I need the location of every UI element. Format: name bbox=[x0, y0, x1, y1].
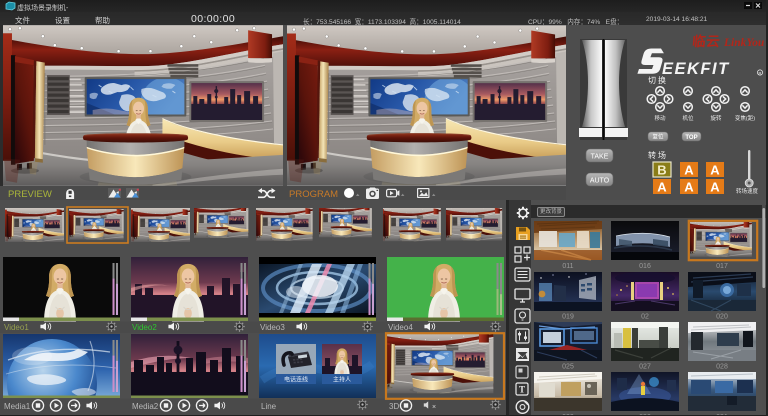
svg-text:EEKFIT: EEKFIT bbox=[662, 60, 730, 78]
svg-text:A: A bbox=[684, 163, 694, 178]
svg-text:019: 019 bbox=[562, 314, 574, 321]
svg-text:T: T bbox=[519, 385, 525, 395]
svg-text:移动: 移动 bbox=[654, 114, 666, 122]
svg-text:电话连线: 电话连线 bbox=[284, 376, 308, 384]
svg-text:016: 016 bbox=[639, 263, 651, 270]
svg-text:B: B bbox=[657, 163, 666, 178]
svg-text:转场: 转场 bbox=[648, 150, 668, 160]
svg-text:Line: Line bbox=[261, 402, 277, 411]
svg-text:017: 017 bbox=[716, 263, 728, 270]
svg-text:Video4: Video4 bbox=[388, 323, 413, 332]
svg-text:机位: 机位 bbox=[682, 114, 694, 122]
svg-text:Media2: Media2 bbox=[132, 402, 159, 411]
svg-text:028: 028 bbox=[716, 364, 728, 371]
svg-text:R: R bbox=[759, 70, 762, 75]
svg-text:3D: 3D bbox=[389, 402, 399, 411]
svg-text:TAKE: TAKE bbox=[591, 154, 609, 161]
svg-text:×: × bbox=[432, 404, 436, 411]
svg-text:临云: 临云 bbox=[691, 33, 721, 49]
svg-text:025: 025 bbox=[562, 364, 574, 371]
svg-text:02: 02 bbox=[641, 314, 649, 321]
svg-text:变焦(距): 变焦(距) bbox=[735, 114, 755, 122]
svg-text:A: A bbox=[710, 180, 720, 195]
svg-text:A: A bbox=[710, 163, 720, 178]
svg-text:LinkYou: LinkYou bbox=[723, 37, 765, 49]
svg-text:AUTO: AUTO bbox=[590, 178, 610, 185]
svg-text:转场速度: 转场速度 bbox=[736, 187, 759, 195]
svg-text:TOP: TOP bbox=[685, 135, 697, 141]
svg-text:A: A bbox=[684, 180, 694, 195]
svg-text:切换: 切换 bbox=[648, 75, 668, 85]
svg-text:Video2: Video2 bbox=[132, 323, 157, 332]
svg-text:011: 011 bbox=[562, 263, 573, 270]
svg-text:复位: 复位 bbox=[652, 133, 664, 141]
svg-text:Media1: Media1 bbox=[4, 402, 31, 411]
svg-text:020: 020 bbox=[716, 314, 728, 321]
svg-text:主持人: 主持人 bbox=[333, 376, 351, 384]
svg-text:旋转: 旋转 bbox=[710, 114, 722, 122]
svg-text:A: A bbox=[657, 180, 667, 195]
svg-text:027: 027 bbox=[639, 364, 651, 371]
svg-text:Video1: Video1 bbox=[4, 323, 29, 332]
svg-text:Video3: Video3 bbox=[260, 323, 285, 332]
